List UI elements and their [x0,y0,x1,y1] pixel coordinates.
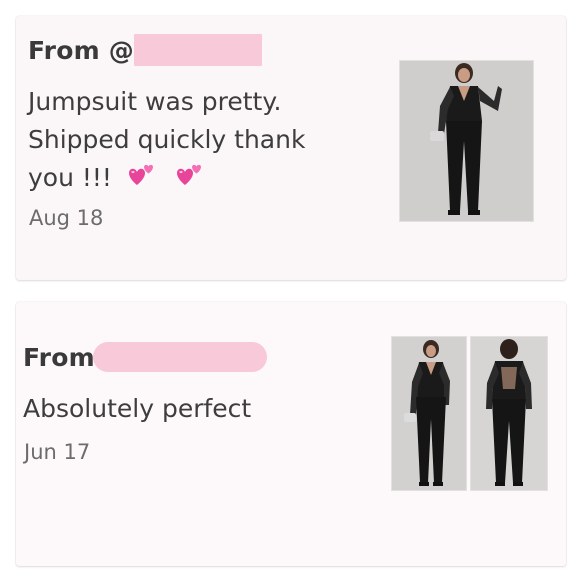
redacted-username [92,342,267,372]
heart-emoji-icon [172,164,208,203]
jumpsuit-front-photo[interactable] [391,336,467,491]
redacted-username [133,34,262,66]
review-message: Jumpsuit was pretty. Shipped quickly tha… [28,83,358,203]
review-date: Aug 18 [29,206,104,230]
from-label: From [23,342,95,372]
from-label: From @ [28,35,134,65]
jumpsuit-photo[interactable] [399,60,534,222]
review-author-line: From [23,342,267,372]
reviews-page: From @ Jumpsuit was pretty. Shipped quic… [0,0,580,580]
review-message: Absolutely perfect [23,390,383,428]
review-text: Jumpsuit was pretty. Shipped quickly tha… [28,87,306,192]
review-text: Absolutely perfect [23,394,252,423]
review-author-line: From @ [28,34,262,66]
review-card: From Absolutely perfect Jun 17 [16,302,566,566]
jumpsuit-back-photo[interactable] [470,336,548,491]
heart-emoji-icon [124,164,160,203]
review-card: From @ Jumpsuit was pretty. Shipped quic… [16,16,566,280]
review-date: Jun 17 [24,440,91,464]
